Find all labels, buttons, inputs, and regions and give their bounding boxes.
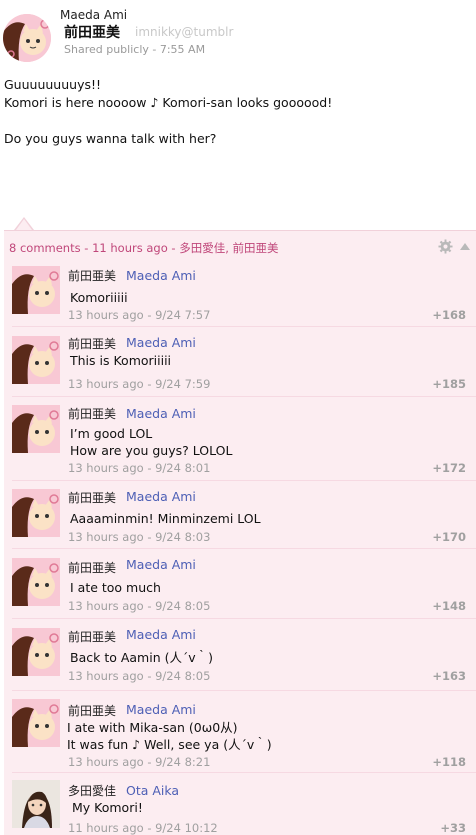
commenter-name-jp[interactable]: 多田愛佳 xyxy=(68,782,116,799)
comment-time[interactable]: 13 hours ago - 9/24 7:57 xyxy=(68,308,210,322)
comment-time[interactable]: 13 hours ago - 9/24 8:21 xyxy=(68,755,210,769)
cat-avatar-icon xyxy=(12,558,60,606)
comment-divider xyxy=(12,772,476,773)
comment-text: Komoriiiii xyxy=(70,289,128,306)
commenter-name-jp[interactable]: 前田亜美 xyxy=(68,405,116,422)
post-meta[interactable]: Shared publicly - 7:55 AM xyxy=(64,43,205,56)
comments-count[interactable]: 8 comments xyxy=(9,241,81,255)
post-body: Guuuuuuuuys!! Komori is here noooow ♪ Ko… xyxy=(4,76,472,148)
comment-text: I’m good LOL How are you guys? LOLOL xyxy=(70,425,232,459)
plus-one-count[interactable]: +148 xyxy=(432,599,466,613)
comment-text: Aaaaminmin! Minminzemi LOL xyxy=(70,510,261,527)
comment-line: Back to Aamin (人´v｀) xyxy=(70,650,213,665)
commenter-avatar[interactable] xyxy=(12,699,60,747)
commenter-name-jp[interactable]: 前田亜美 xyxy=(68,559,116,576)
post-line: Komori is here noooow ♪ Komori-san looks… xyxy=(4,95,333,110)
post-line: Guuuuuuuuys!! xyxy=(4,77,101,92)
comment-time[interactable]: 13 hours ago - 9/24 8:01 xyxy=(68,461,210,475)
commenter-name[interactable]: Maeda Ami xyxy=(126,335,196,350)
commenter-name[interactable]: Maeda Ami xyxy=(126,557,196,572)
gear-icon[interactable] xyxy=(438,239,453,254)
comment-text: I ate with Mika-san (0ω0从) It was fun ♪ … xyxy=(67,719,272,753)
commenter-avatar[interactable] xyxy=(12,628,60,676)
summary-separator: - xyxy=(84,241,93,255)
cat-avatar-icon xyxy=(12,489,60,537)
commenter-name-jp[interactable]: 前田亜美 xyxy=(68,489,116,506)
comment-line: Komoriiiii xyxy=(70,290,128,305)
comment-text: My Komori! xyxy=(72,799,143,816)
cat-avatar-icon xyxy=(12,628,60,676)
comment-line: I’m good LOL xyxy=(70,426,153,441)
commenter-name-jp[interactable]: 前田亜美 xyxy=(68,335,116,352)
comment-line: I ate too much xyxy=(70,580,161,595)
commenter-name-jp[interactable]: 前田亜美 xyxy=(68,702,116,719)
plus-one-count[interactable]: +170 xyxy=(432,530,466,544)
plus-one-count[interactable]: +185 xyxy=(432,377,466,391)
author-avatar[interactable] xyxy=(3,14,51,62)
plus-one-count[interactable]: +172 xyxy=(432,461,466,475)
comment-time[interactable]: 13 hours ago - 9/24 7:59 xyxy=(68,377,210,391)
commenter-avatar[interactable] xyxy=(12,489,60,537)
comment-divider xyxy=(12,326,476,327)
commenter-name-jp[interactable]: 前田亜美 xyxy=(68,628,116,645)
plus-one-count[interactable]: +163 xyxy=(432,669,466,683)
author-name[interactable]: Maeda Ami xyxy=(60,8,127,22)
comment-divider xyxy=(12,396,476,397)
comment-line: This is Komoriiiii xyxy=(70,353,172,368)
post-header: Maeda Ami 前田亜美 imnikky@tumblr Shared pub… xyxy=(0,0,476,70)
comment-time[interactable]: 13 hours ago - 9/24 8:05 xyxy=(68,599,210,613)
comment-line: Aaaaminmin! Minminzemi LOL xyxy=(70,511,261,526)
cat-avatar-icon xyxy=(3,14,51,62)
comments-time: 11 hours ago xyxy=(92,241,168,255)
cat-avatar-icon xyxy=(12,405,60,453)
cat-avatar-icon xyxy=(12,336,60,384)
comment-divider xyxy=(12,618,476,619)
commenter-avatar[interactable] xyxy=(12,558,60,606)
plus-one-count[interactable]: +168 xyxy=(432,308,466,322)
comment-line: I ate with Mika-san (0ω0从) xyxy=(67,720,238,735)
comment-time[interactable]: 13 hours ago - 9/24 8:03 xyxy=(68,530,210,544)
collapse-up-icon[interactable] xyxy=(459,240,471,252)
comments-summary[interactable]: 8 comments - 11 hours ago - 多田愛佳, 前田亜美 xyxy=(9,240,279,256)
comment-divider xyxy=(12,548,476,549)
post-line: Do you guys wanna talk with her? xyxy=(4,131,217,146)
commenter-avatar[interactable] xyxy=(12,266,60,314)
plus-one-count[interactable]: +118 xyxy=(432,755,466,769)
author-handle: imnikky@tumblr xyxy=(135,25,234,39)
commenter-avatar[interactable] xyxy=(12,336,60,384)
author-name-jp[interactable]: 前田亜美 xyxy=(64,22,120,42)
comment-text: This is Komoriiiii xyxy=(70,352,171,369)
post-line-gap xyxy=(4,112,472,130)
commenter-avatar[interactable] xyxy=(12,405,60,453)
plus-one-count[interactable]: +33 xyxy=(440,821,466,835)
commenter-name-jp[interactable]: 前田亜美 xyxy=(68,267,116,284)
comments-participants: 多田愛佳, 前田亜美 xyxy=(179,241,279,255)
comment-time[interactable]: 11 hours ago - 9/24 10:12 xyxy=(68,821,218,835)
commenter-name[interactable]: Maeda Ami xyxy=(126,406,196,421)
comment-line: My Komori! xyxy=(72,800,143,815)
comment-time[interactable]: 13 hours ago - 9/24 8:05 xyxy=(68,669,210,683)
commenter-name[interactable]: Ota Aika xyxy=(126,783,179,798)
comment-divider xyxy=(12,690,476,691)
comment-line: It was fun ♪ Well, see ya (人´v｀) xyxy=(67,737,272,752)
commenter-avatar[interactable] xyxy=(12,780,60,828)
comments-caret-inner xyxy=(16,219,32,230)
commenter-name[interactable]: Maeda Ami xyxy=(126,489,196,504)
cat-avatar-icon xyxy=(12,266,60,314)
cat-avatar-icon xyxy=(12,699,60,747)
comment-text: Back to Aamin (人´v｀) xyxy=(70,649,213,666)
commenter-name[interactable]: Maeda Ami xyxy=(126,268,196,283)
person-photo-icon xyxy=(12,780,60,828)
commenter-name[interactable]: Maeda Ami xyxy=(126,627,196,642)
comment-divider xyxy=(12,480,476,481)
comment-text: I ate too much xyxy=(70,579,161,596)
commenter-name[interactable]: Maeda Ami xyxy=(126,702,196,717)
comment-line: How are you guys? LOLOL xyxy=(70,443,233,458)
